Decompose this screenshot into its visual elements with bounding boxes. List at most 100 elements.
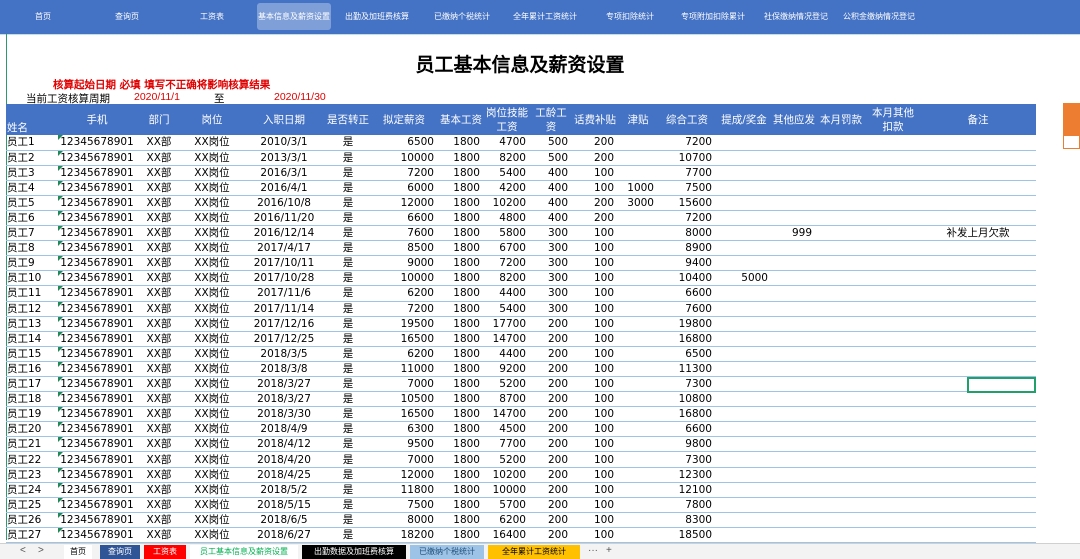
table-cell[interactable]	[716, 210, 772, 227]
table-cell[interactable]: 6500	[658, 346, 716, 362]
table-cell[interactable]: 10000	[370, 270, 438, 287]
table-cell[interactable]: 4700	[484, 135, 530, 151]
table-cell[interactable]: 400	[530, 195, 572, 211]
table-cell[interactable]	[866, 451, 920, 468]
table-cell[interactable]	[920, 346, 1036, 362]
table-cell[interactable]: 100	[572, 482, 618, 498]
table-cell[interactable]: 2018/3/5	[242, 346, 326, 362]
column-header[interactable]: 津贴	[618, 104, 658, 135]
table-cell[interactable]: 2016/4/1	[242, 180, 326, 196]
table-cell[interactable]: 12345678901	[58, 165, 136, 181]
table-cell[interactable]: 1800	[438, 150, 484, 166]
table-cell[interactable]: 8000	[658, 225, 716, 242]
table-cell[interactable]	[716, 180, 772, 196]
table-cell[interactable]	[816, 285, 866, 302]
table-cell[interactable]	[866, 331, 920, 347]
table-cell[interactable]	[618, 165, 658, 181]
table-cell[interactable]: 16500	[370, 406, 438, 423]
table-cell[interactable]: 7200	[658, 210, 716, 227]
table-cell[interactable]	[920, 436, 1036, 453]
table-cell[interactable]	[716, 436, 772, 453]
table-cell[interactable]	[920, 255, 1036, 272]
table-cell[interactable]: 是	[326, 467, 370, 483]
table-cell[interactable]	[618, 527, 658, 544]
table-cell[interactable]: 12345678901	[58, 421, 136, 438]
table-cell[interactable]	[716, 255, 772, 272]
table-cell[interactable]: 员工6	[6, 210, 58, 227]
table-cell[interactable]: 500	[530, 135, 572, 151]
table-cell[interactable]: 9800	[658, 436, 716, 453]
table-cell[interactable]	[772, 436, 816, 453]
table-cell[interactable]	[866, 436, 920, 453]
sheet-tab-attendance[interactable]: 出勤数据及加班费核算	[302, 545, 406, 559]
table-cell[interactable]	[866, 421, 920, 438]
table-cell[interactable]: 200	[572, 135, 618, 151]
table-cell[interactable]	[920, 135, 1036, 151]
table-cell[interactable]: 19800	[658, 316, 716, 332]
table-cell[interactable]	[816, 301, 866, 317]
table-cell[interactable]: XX部	[136, 180, 182, 196]
table-cell[interactable]	[816, 406, 866, 423]
table-cell[interactable]: XX岗位	[182, 240, 242, 257]
table-cell[interactable]: 100	[572, 346, 618, 362]
table-row[interactable]: 员工14 12345678901 XX部 XX岗位 2017/12/25 是 16500 18…	[6, 331, 1036, 347]
table-cell[interactable]	[772, 316, 816, 332]
table-cell[interactable]	[772, 467, 816, 483]
table-cell[interactable]: XX岗位	[182, 316, 242, 332]
side-orange-tab[interactable]	[1063, 103, 1080, 135]
sheet-tab-payroll[interactable]: 工资表	[144, 545, 186, 559]
table-cell[interactable]	[716, 376, 772, 393]
table-cell[interactable]: 500	[530, 150, 572, 166]
table-cell[interactable]: 6600	[658, 285, 716, 302]
table-cell[interactable]: XX岗位	[182, 512, 242, 528]
table-cell[interactable]	[866, 467, 920, 483]
table-row[interactable]: 员工15 12345678901 XX部 XX岗位 2018/3/5 是 6200 1800 4…	[6, 346, 1036, 362]
table-cell[interactable]: 16400	[484, 527, 530, 544]
table-cell[interactable]: 10400	[658, 270, 716, 287]
table-cell[interactable]: 2017/4/17	[242, 240, 326, 257]
table-cell[interactable]	[618, 436, 658, 453]
table-cell[interactable]	[618, 150, 658, 166]
table-cell[interactable]	[716, 482, 772, 498]
table-cell[interactable]: 100	[572, 331, 618, 347]
table-cell[interactable]	[772, 180, 816, 196]
table-cell[interactable]: 400	[530, 165, 572, 181]
table-cell[interactable]	[920, 316, 1036, 332]
table-cell[interactable]	[618, 406, 658, 423]
table-cell[interactable]	[772, 285, 816, 302]
table-row[interactable]: 员工25 12345678901 XX部 XX岗位 2018/5/15 是 7500 1800…	[6, 497, 1036, 513]
table-cell[interactable]: 5800	[484, 225, 530, 242]
table-cell[interactable]: 7300	[658, 376, 716, 393]
nav-tab-home[interactable]: 首页	[22, 3, 64, 30]
table-cell[interactable]: 200	[530, 512, 572, 528]
table-cell[interactable]	[866, 406, 920, 423]
table-cell[interactable]: 员工11	[6, 285, 58, 302]
table-cell[interactable]: XX部	[136, 225, 182, 242]
table-cell[interactable]: 员工5	[6, 195, 58, 211]
table-cell[interactable]: 300	[530, 301, 572, 317]
table-cell[interactable]: XX部	[136, 165, 182, 181]
table-cell[interactable]	[920, 361, 1036, 378]
nav-tab-housing-fund[interactable]: 公积金缴纳情况登记	[843, 3, 915, 30]
table-cell[interactable]: XX岗位	[182, 451, 242, 468]
table-cell[interactable]: 10200	[484, 195, 530, 211]
table-cell[interactable]	[866, 361, 920, 378]
table-cell[interactable]: 1800	[438, 376, 484, 393]
table-cell[interactable]: 12000	[370, 195, 438, 211]
table-cell[interactable]: 是	[326, 497, 370, 513]
table-cell[interactable]	[866, 346, 920, 362]
table-cell[interactable]: 是	[326, 527, 370, 544]
table-cell[interactable]: 1800	[438, 346, 484, 362]
table-cell[interactable]	[866, 225, 920, 242]
table-cell[interactable]: 是	[326, 331, 370, 347]
table-cell[interactable]: 2018/3/30	[242, 406, 326, 423]
column-header[interactable]: 基本工资	[438, 104, 484, 135]
table-cell[interactable]: 2018/6/5	[242, 512, 326, 528]
table-cell[interactable]: XX部	[136, 150, 182, 166]
table-cell[interactable]: 1800	[438, 512, 484, 528]
table-cell[interactable]: 16800	[658, 331, 716, 347]
column-header[interactable]: 拟定薪资	[370, 104, 438, 135]
table-cell[interactable]: 1800	[438, 467, 484, 483]
column-header[interactable]: 姓名	[6, 104, 58, 135]
sheet-prev-button[interactable]: <	[20, 545, 26, 556]
